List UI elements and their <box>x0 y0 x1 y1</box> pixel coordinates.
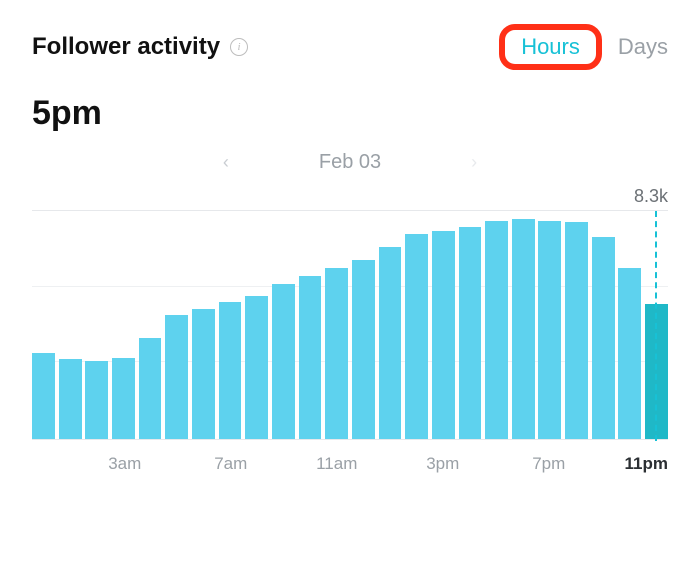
section-title: Follower activity <box>32 33 220 61</box>
bar[interactable] <box>32 353 55 439</box>
next-day-button[interactable]: › <box>471 152 477 173</box>
x-tick: 7pm <box>532 454 565 474</box>
tab-days[interactable]: Days <box>618 34 668 60</box>
tab-hours[interactable]: Hours <box>505 28 596 66</box>
prev-day-button[interactable]: ‹ <box>223 152 229 173</box>
bar[interactable] <box>538 221 561 439</box>
bar[interactable] <box>352 260 375 439</box>
bar[interactable] <box>512 219 535 439</box>
bar[interactable] <box>432 231 455 439</box>
bar[interactable] <box>405 234 428 439</box>
bar[interactable] <box>245 296 268 439</box>
x-tick: 7am <box>214 454 247 474</box>
bar[interactable] <box>565 222 588 439</box>
bars-container <box>32 211 668 439</box>
header-row: Follower activity i Hours Days <box>32 28 668 66</box>
bar[interactable] <box>379 247 402 439</box>
bar[interactable] <box>459 227 482 439</box>
bar[interactable] <box>112 358 135 439</box>
chart: 8.3k 3am7am11am3pm7pm11pm <box>32 210 668 484</box>
bar[interactable] <box>272 284 295 439</box>
bar[interactable] <box>165 315 188 439</box>
bar[interactable] <box>325 268 348 439</box>
x-tick: 3pm <box>426 454 459 474</box>
x-axis: 3am 7am 11am 3pm 7pm 11pm <box>32 448 668 484</box>
title-group: Follower activity i <box>32 33 248 61</box>
x-tick: 11am <box>316 454 357 474</box>
x-tick: 11pm <box>625 454 668 474</box>
bar[interactable] <box>592 237 615 439</box>
info-icon[interactable]: i <box>230 38 248 56</box>
value-annotation: 8.3k <box>634 186 668 207</box>
bar[interactable] <box>59 359 82 439</box>
bar[interactable] <box>139 338 162 439</box>
selected-hour: 5pm <box>32 94 668 133</box>
bar[interactable] <box>485 221 508 439</box>
marker-line <box>655 211 657 441</box>
bar[interactable] <box>618 268 641 439</box>
bar[interactable] <box>299 276 322 439</box>
bar[interactable] <box>219 302 242 439</box>
bar[interactable] <box>192 309 215 439</box>
chart-area[interactable] <box>32 210 668 440</box>
bar[interactable] <box>85 361 108 439</box>
date-nav: ‹ Feb 03 › <box>32 151 668 174</box>
tab-hours-label: Hours <box>521 34 580 59</box>
time-tabs: Hours Days <box>505 28 668 66</box>
x-tick: 3am <box>108 454 141 474</box>
date-label: Feb 03 <box>319 151 381 174</box>
